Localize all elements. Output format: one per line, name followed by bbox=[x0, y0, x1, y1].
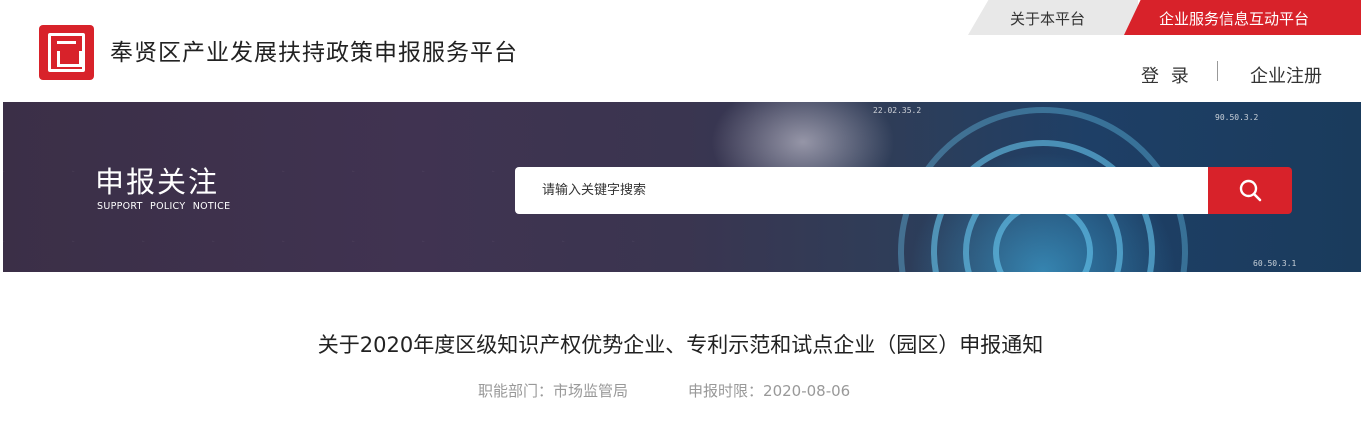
banner-number: 90.50.3.2 bbox=[1215, 113, 1259, 122]
banner-number: 22.02.35.2 bbox=[873, 106, 922, 115]
site-title[interactable]: 奉贤区产业发展扶持政策申报服务平台 bbox=[110, 33, 518, 67]
article-meta: 职能部门：市场监管局 申报时限：2020-08-06 bbox=[478, 380, 850, 401]
login-link[interactable]: 登 录 bbox=[1141, 62, 1192, 88]
article-title[interactable]: 关于2020年度区级知识产权优势企业、专利示范和试点企业（园区）申报通知 bbox=[0, 329, 1361, 359]
banner-title: 申报关注 bbox=[95, 165, 220, 199]
department-value: 市场监管局 bbox=[553, 382, 629, 400]
banner-subtitle: SUPPORT POLICY NOTICE bbox=[97, 201, 231, 212]
nav-divider bbox=[1217, 61, 1218, 81]
search-input[interactable] bbox=[515, 167, 1209, 214]
search-button[interactable] bbox=[1208, 167, 1292, 214]
tab-enterprise-service-platform-label: 企业服务信息互动平台 bbox=[1159, 10, 1310, 28]
header: 奉贤区产业发展扶持政策申报服务平台 关于本平台 企业服务信息互动平台 登 录 企… bbox=[0, 0, 1361, 102]
tab-about-platform-label: 关于本平台 bbox=[1010, 10, 1086, 28]
deadline-label: 申报时限： bbox=[688, 382, 764, 400]
seal-logo-icon[interactable] bbox=[39, 25, 94, 80]
register-link[interactable]: 企业注册 bbox=[1250, 62, 1322, 88]
tab-enterprise-service-platform[interactable]: 企业服务信息互动平台 bbox=[1124, 0, 1361, 35]
department-label: 职能部门： bbox=[478, 382, 554, 400]
search-icon bbox=[1239, 179, 1262, 202]
banner-number: 60.50.3.1 bbox=[1253, 259, 1297, 268]
tab-about-platform[interactable]: 关于本平台 bbox=[968, 0, 1138, 35]
deadline-value: 2020-08-06 bbox=[763, 382, 851, 400]
